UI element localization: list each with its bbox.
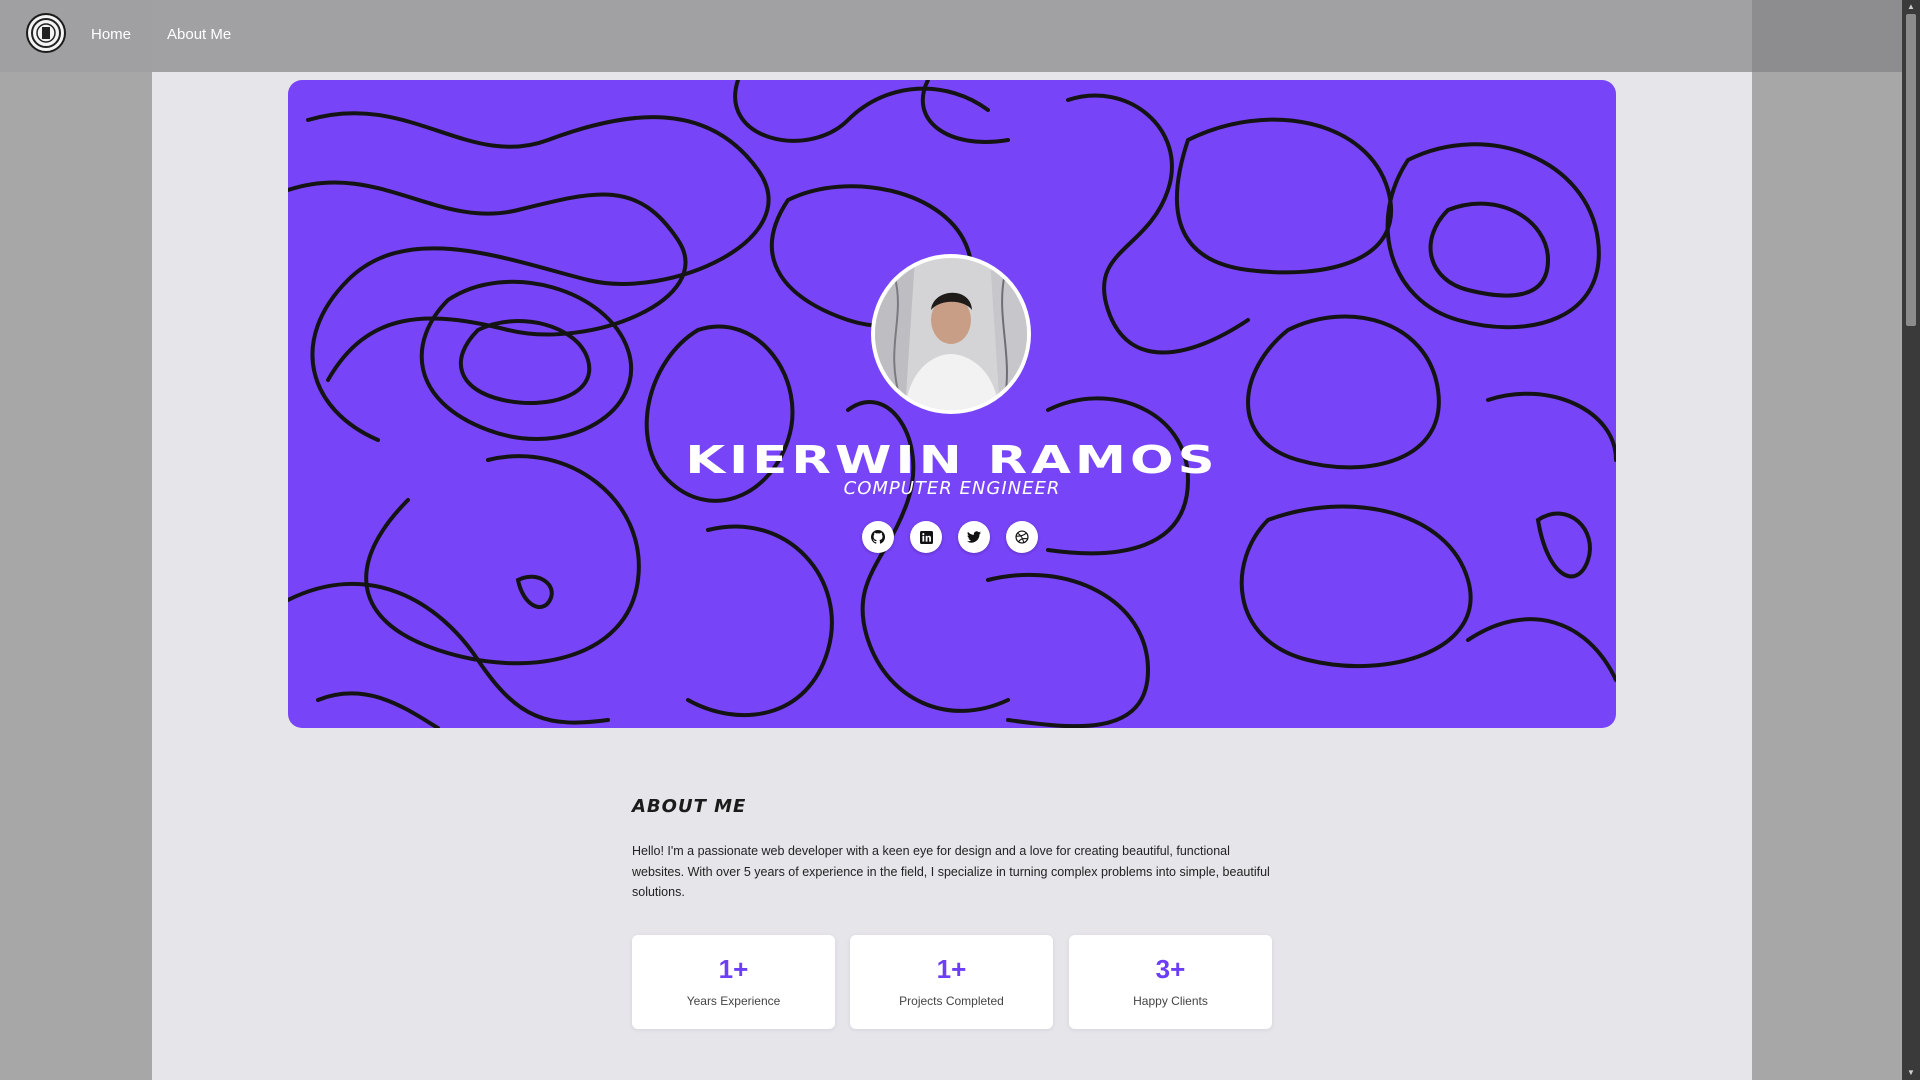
about-text: Hello! I'm a passionate web developer wi… xyxy=(632,844,1270,899)
linkedin-icon[interactable] xyxy=(910,521,942,553)
profile-avatar xyxy=(871,254,1031,414)
stat-label: Happy Clients xyxy=(1133,994,1208,1008)
nav-home[interactable]: Home xyxy=(91,26,131,43)
hero-role: COMPUTER ENGINEER xyxy=(843,478,1061,499)
logo-icon[interactable] xyxy=(26,13,66,53)
stat-card-years: 1+ Years Experience xyxy=(632,935,835,1029)
scroll-up-arrow-icon[interactable]: ▲ xyxy=(1902,0,1920,14)
scroll-down-arrow-icon[interactable]: ▼ xyxy=(1902,1066,1920,1080)
hero-name: KIERWIN RAMOS xyxy=(685,438,1219,482)
about-title: ABOUT ME xyxy=(632,796,747,817)
dribbble-icon[interactable] xyxy=(1006,521,1038,553)
navbar: Home About Me xyxy=(0,0,1902,72)
scroll-thumb[interactable] xyxy=(1906,14,1916,326)
stat-card-clients: 3+ Happy Clients xyxy=(1069,935,1272,1029)
page-scrollbar[interactable]: ▲ ▼ xyxy=(1902,0,1920,1080)
navbar-right xyxy=(1752,0,1902,72)
stat-card-projects: 1+ Projects Completed xyxy=(850,935,1053,1029)
stat-label: Years Experience xyxy=(686,994,781,1008)
stat-value: 1+ xyxy=(718,954,749,984)
stat-value: 3+ xyxy=(1155,954,1186,984)
social-links xyxy=(862,521,1042,555)
nav-about-me[interactable]: About Me xyxy=(167,26,231,43)
stat-value: 1+ xyxy=(936,954,967,984)
github-icon[interactable] xyxy=(862,521,894,553)
hero-banner: KIERWIN RAMOS COMPUTER ENGINEER xyxy=(288,80,1616,728)
navbar-center xyxy=(152,0,1752,72)
twitter-icon[interactable] xyxy=(958,521,990,553)
stat-label: Projects Completed xyxy=(899,994,1004,1008)
